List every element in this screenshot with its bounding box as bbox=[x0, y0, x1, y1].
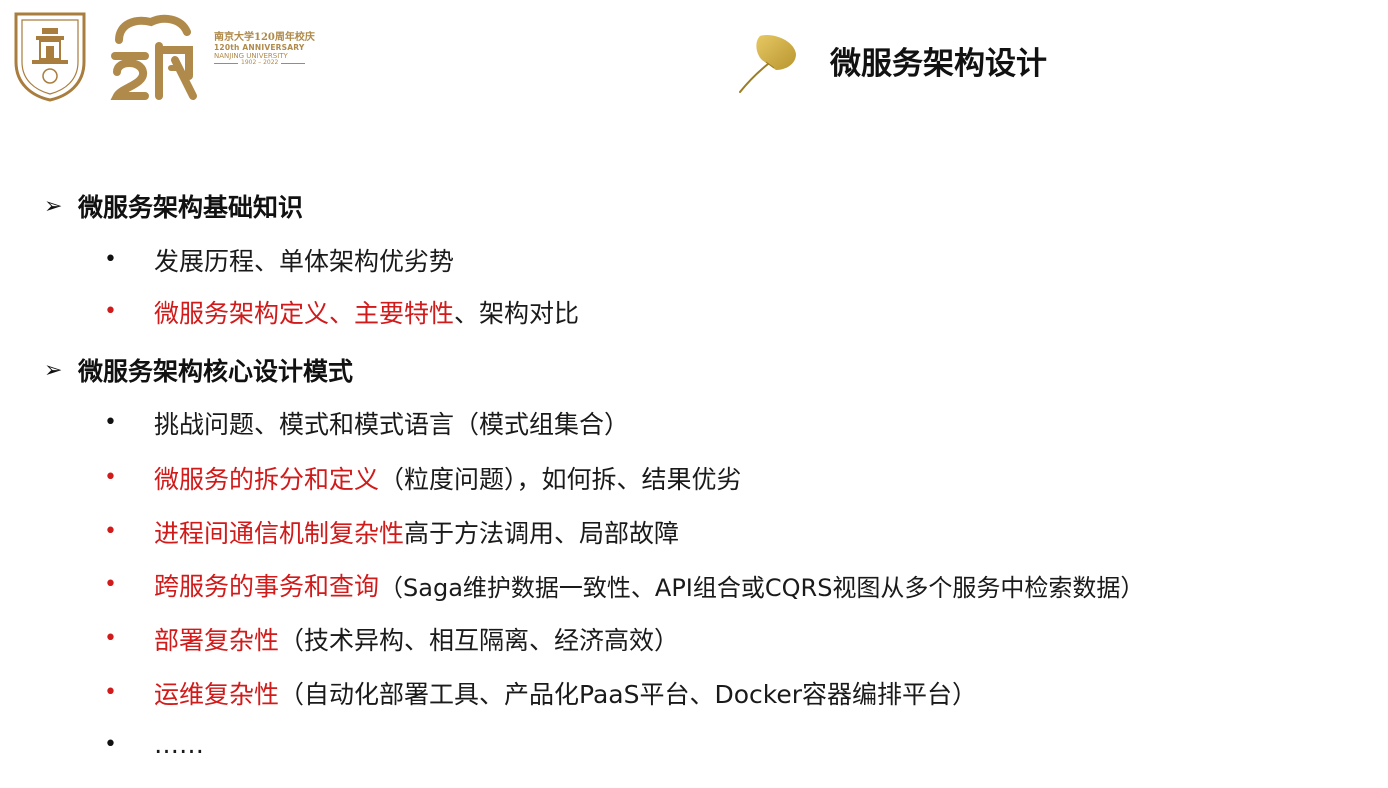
triangle-arrow-icon: ➢ bbox=[44, 193, 63, 219]
bullet-dot-icon: • bbox=[104, 572, 117, 597]
university-seal-icon bbox=[14, 12, 86, 102]
bullet-dot-icon: • bbox=[104, 465, 117, 490]
list-item: • 跨服务的事务和查询 （Saga维护数据一致性、API组合或CQRS视图从多个服… bbox=[104, 572, 1145, 602]
bullet-dot-icon: • bbox=[104, 626, 117, 651]
list-item: • 运维复杂性 （自动化部署工具、产品化PaaS平台、Docker容器编排平台） bbox=[104, 680, 978, 709]
bullet-dot-icon: • bbox=[104, 247, 117, 272]
list-item: • 挑战问题、模式和模式语言（模式组集合） bbox=[104, 410, 630, 439]
page-title: 微服务架构设计 bbox=[830, 46, 1047, 82]
list-item: • …… bbox=[104, 730, 204, 759]
list-item: • 微服务架构定义、主要特性 、架构对比 bbox=[104, 299, 580, 328]
bullet-dot-icon: • bbox=[104, 731, 117, 757]
anniversary-cn: 南京大学120周年校庆 bbox=[214, 32, 315, 43]
bullet-dot-icon: • bbox=[104, 519, 117, 544]
list-item: • 微服务的拆分和定义 （粒度问题），如何拆、结果优劣 bbox=[104, 465, 742, 494]
bullet-dot-icon: • bbox=[104, 299, 117, 324]
section-heading: ➢ 微服务架构基础知识 bbox=[44, 193, 304, 222]
section-heading: ➢ 微服务架构核心设计模式 bbox=[44, 357, 354, 386]
slide-header: 南京大学120周年校庆 120th ANNIVERSARY NANJING UN… bbox=[0, 0, 1388, 120]
anniversary-text-block: 南京大学120周年校庆 120th ANNIVERSARY NANJING UN… bbox=[214, 32, 324, 67]
bullet-dot-icon: • bbox=[104, 680, 117, 705]
bullet-dot-icon: • bbox=[104, 410, 117, 435]
triangle-arrow-icon: ➢ bbox=[44, 357, 63, 383]
list-item: • 进程间通信机制复杂性 高于方法调用、局部故障 bbox=[104, 519, 680, 548]
list-item: • 发展历程、单体架构优劣势 bbox=[104, 247, 455, 276]
ginkgo-leaf-icon bbox=[739, 34, 796, 93]
anniversary-emblem-icon bbox=[110, 14, 197, 100]
list-item: • 部署复杂性 （技术异构、相互隔离、经济高效） bbox=[104, 626, 680, 655]
anniversary-en: 120th ANNIVERSARY bbox=[214, 42, 305, 52]
anniversary-years: 1902 – 2022 bbox=[214, 59, 324, 67]
